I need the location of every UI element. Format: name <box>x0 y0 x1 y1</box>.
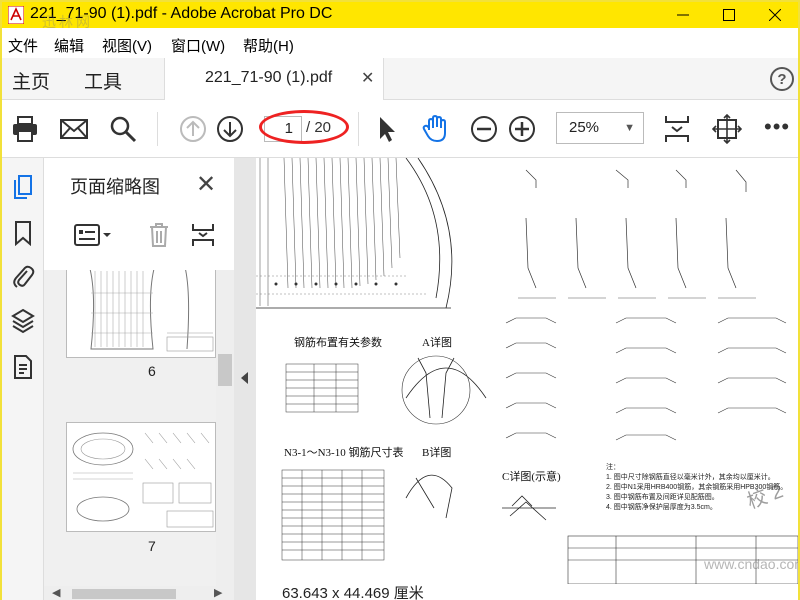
select-cursor-icon[interactable] <box>372 114 402 144</box>
left-navigation-rail <box>2 158 44 600</box>
scrollbar-thumb[interactable] <box>218 354 232 386</box>
full-screen-icon[interactable] <box>712 114 742 144</box>
page-document-icon[interactable] <box>11 354 35 380</box>
zoom-out-icon[interactable] <box>469 114 499 144</box>
panel-toolbar <box>44 212 234 260</box>
search-icon[interactable] <box>108 114 138 144</box>
detail-c-label: C详图(示意) <box>502 471 561 483</box>
menu-bar: 文件 编辑 视图(V) 窗口(W) 帮助(H) <box>2 28 798 56</box>
title-bar: 221_71-90 (1).pdf - Adobe Acrobat Pro DC… <box>2 2 798 30</box>
page-dimensions: 63.643 x 44.469 厘米 <box>282 585 424 600</box>
thumbnail-page-number: 6 <box>148 363 156 379</box>
delete-page-icon[interactable] <box>148 222 170 248</box>
detail-b-label: B详图 <box>422 447 452 459</box>
scrollbar-thumb[interactable] <box>72 589 176 599</box>
red-annotation-circle <box>259 110 349 144</box>
next-page-icon[interactable] <box>215 114 245 144</box>
layers-icon[interactable] <box>11 308 35 334</box>
toolbar: 1 / 20 25% ▼ ••• <box>2 100 798 158</box>
detail-a-label: A详图 <box>422 337 452 349</box>
table2-title: N3-1～N3-10 钢筋尺寸表 <box>284 447 404 459</box>
close-panel-icon[interactable]: ✕ <box>196 170 216 199</box>
chevron-down-icon: ▼ <box>624 122 635 134</box>
maximize-icon <box>723 9 735 21</box>
close-window-button[interactable] <box>752 2 798 28</box>
thumbnail-options-icon[interactable] <box>74 222 114 248</box>
scroll-left-icon[interactable]: ◀ <box>52 586 60 599</box>
panel-title: 页面缩略图 <box>70 177 160 197</box>
notes-title: 注： <box>606 464 620 471</box>
thumbnail-page-number: 7 <box>148 538 156 554</box>
zoom-level-value: 25% <box>569 119 600 136</box>
scroll-right-icon[interactable]: ▶ <box>214 586 222 599</box>
thumbnails-panel: 页面缩略图 ✕ 6 7 ◀ ▶ <box>44 158 234 600</box>
site-watermark: www.cndao.com <box>704 556 798 572</box>
thumbnail-drawing <box>72 432 214 528</box>
document-tab-label: 221_71-90 (1).pdf <box>205 69 333 86</box>
tab-tools[interactable]: 工具 <box>84 67 122 94</box>
page-thumbnails-icon[interactable] <box>11 174 35 200</box>
tab-home[interactable]: 主页 <box>12 67 50 94</box>
tab-document[interactable]: 221_71-90 (1).pdf ✕ <box>164 58 384 100</box>
menu-window[interactable]: 窗口(W) <box>171 35 225 56</box>
thumbnail-page-7[interactable] <box>66 422 216 532</box>
more-tools-icon[interactable]: ••• <box>764 114 790 140</box>
acrobat-app-icon <box>8 6 24 24</box>
menu-file[interactable]: 文件 <box>8 35 38 56</box>
toolbar-separator <box>157 112 158 146</box>
thumbnail-page-6[interactable] <box>66 270 216 358</box>
close-icon <box>769 9 781 21</box>
help-icon[interactable]: ? <box>770 67 794 91</box>
collapse-panel-icon[interactable] <box>241 372 248 384</box>
menu-help[interactable]: 帮助(H) <box>243 35 294 56</box>
engineering-drawing <box>256 158 798 584</box>
status-bar: 63.643 x 44.469 厘米 <box>256 584 798 600</box>
thumbnail-scrollbar[interactable] <box>216 270 234 586</box>
tab-bar: 主页 工具 221_71-90 (1).pdf ✕ ? <box>2 58 798 100</box>
panel-splitter[interactable] <box>234 158 256 600</box>
fit-page-icon[interactable] <box>662 114 692 144</box>
insert-page-icon[interactable] <box>190 222 216 248</box>
email-icon[interactable] <box>59 114 89 144</box>
document-view[interactable]: 钢筋布置有关参数 A详图 N3-1～N3-10 钢筋尺寸表 B详图 C详图(示意… <box>256 158 798 584</box>
zoom-in-icon[interactable] <box>507 114 537 144</box>
maximize-button[interactable] <box>706 2 752 28</box>
minimize-icon <box>677 14 689 16</box>
attachment-icon[interactable] <box>11 264 35 290</box>
previous-page-icon[interactable] <box>178 114 208 144</box>
zoom-level-select[interactable]: 25% ▼ <box>556 112 644 144</box>
close-tab-icon[interactable]: ✕ <box>361 68 374 88</box>
thumbnails-list[interactable]: 6 7 <box>44 270 216 586</box>
hand-tool-icon[interactable] <box>420 114 450 144</box>
menu-view[interactable]: 视图(V) <box>102 35 152 56</box>
bookmark-icon[interactable] <box>11 220 35 246</box>
menu-edit[interactable]: 编辑 <box>54 35 84 56</box>
thumbnail-horizontal-scrollbar[interactable]: ◀ ▶ <box>44 586 234 600</box>
toolbar-separator <box>358 112 359 146</box>
thumbnail-drawing <box>89 270 214 352</box>
minimize-button[interactable] <box>660 2 706 28</box>
table1-title: 钢筋布置有关参数 <box>294 337 382 349</box>
print-icon[interactable] <box>10 114 40 144</box>
